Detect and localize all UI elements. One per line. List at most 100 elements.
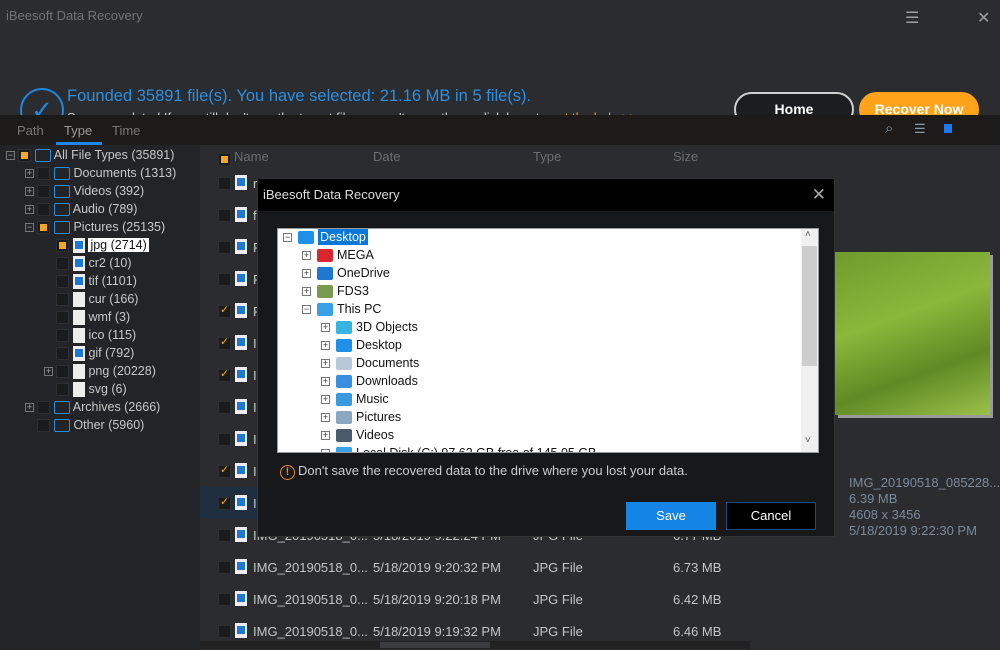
tab-path[interactable]: Path (17, 123, 44, 138)
folder-node[interactable]: − Local Disk (C:) 97.62 GB free of 145.05… (321, 446, 596, 452)
row-checkbox[interactable] (218, 273, 231, 286)
cancel-button[interactable]: Cancel (726, 502, 816, 530)
expand-icon[interactable]: + (321, 413, 330, 423)
vertical-scrollbar[interactable]: ˄ ˅ (801, 229, 818, 452)
tree-checkbox[interactable] (37, 167, 51, 181)
tree-item[interactable]: jpg (2714) (44, 238, 149, 256)
tree-checkbox[interactable] (56, 329, 70, 343)
tree-checkbox[interactable] (56, 347, 70, 361)
expand-icon[interactable]: + (302, 287, 311, 297)
tree-checkbox[interactable] (37, 401, 51, 415)
collapse-icon[interactable]: − (302, 305, 311, 315)
tree-item[interactable]: − Pictures (25135) (25, 220, 165, 238)
col-size[interactable]: Size (673, 149, 698, 164)
tree-item[interactable]: ico (115) (44, 328, 136, 346)
row-checkbox[interactable] (218, 561, 231, 574)
row-checkbox[interactable] (218, 625, 231, 638)
tree-item[interactable]: cr2 (10) (44, 256, 132, 274)
tree-item[interactable]: + Videos (392) (25, 184, 144, 202)
row-checkbox[interactable] (218, 433, 231, 446)
collapse-icon[interactable]: − (321, 449, 330, 452)
tree-item[interactable]: + Audio (789) (25, 202, 137, 220)
folder-node[interactable]: + MEGA (302, 248, 374, 266)
expand-icon[interactable]: + (302, 251, 311, 261)
folder-node[interactable]: + Music (321, 392, 389, 410)
row-checkbox[interactable] (218, 593, 231, 606)
row-checkbox[interactable] (218, 209, 231, 222)
tree-item[interactable]: svg (6) (44, 382, 127, 400)
thumbnail-view-icon[interactable] (944, 124, 952, 133)
folder-node[interactable]: +3D Objects (321, 320, 418, 338)
tree-item[interactable]: Other (5960) (25, 418, 144, 436)
scrollbar-thumb[interactable] (380, 642, 490, 648)
tab-type[interactable]: Type (64, 123, 92, 138)
tree-checkbox[interactable] (56, 257, 70, 271)
menu-icon[interactable]: ☰ (905, 8, 919, 28)
collapse-icon[interactable]: − (283, 233, 292, 243)
tree-item[interactable]: + png (20228) (44, 364, 156, 382)
expand-icon[interactable]: + (25, 205, 34, 215)
folder-node[interactable]: + Pictures (321, 410, 401, 428)
tree-checkbox[interactable] (37, 419, 51, 433)
tree-checkbox[interactable] (56, 293, 70, 307)
folder-node[interactable]: + Downloads (321, 374, 418, 392)
expand-icon[interactable]: + (321, 431, 330, 441)
table-row[interactable]: IMG_20190518_0... 5/18/2019 9:20:18 PM JPG… (200, 583, 750, 615)
table-row[interactable]: IMG_20190518_0... 5/18/2019 9:20:32 PM JPG… (200, 551, 750, 583)
list-view-icon[interactable]: ☰ (914, 121, 926, 137)
tree-item[interactable]: − All File Types (35891) (6, 148, 174, 166)
expand-icon[interactable]: + (321, 359, 330, 369)
tree-item[interactable]: + Documents (1313) (25, 166, 176, 184)
row-checkbox[interactable] (218, 529, 231, 542)
folder-node[interactable]: − Desktop (283, 229, 368, 248)
expand-icon[interactable]: + (44, 367, 53, 377)
dialog-close-icon[interactable]: ✕ (812, 185, 826, 205)
expand-icon[interactable]: + (25, 187, 34, 197)
row-checkbox[interactable] (218, 463, 231, 478)
save-button[interactable]: Save (626, 502, 716, 530)
tree-item[interactable]: cur (166) (44, 292, 138, 310)
row-checkbox[interactable] (218, 495, 231, 510)
expand-icon[interactable]: + (302, 269, 311, 279)
row-checkbox[interactable] (218, 177, 231, 190)
folder-tree[interactable]: − Desktop + MEGA + OneDrive + FDS3 − This PC +3D O… (277, 228, 819, 453)
select-all-checkbox[interactable] (218, 153, 231, 167)
tree-item[interactable]: wmf (3) (44, 310, 130, 328)
tree-checkbox[interactable] (56, 239, 70, 253)
folder-node[interactable]: + Documents (321, 356, 419, 374)
close-icon[interactable]: ✕ (977, 8, 990, 28)
row-checkbox[interactable] (218, 303, 231, 318)
folder-node[interactable]: + Desktop (321, 338, 402, 356)
row-checkbox[interactable] (218, 367, 231, 382)
tree-item[interactable]: tif (1101) (44, 274, 137, 292)
folder-node[interactable]: − This PC (302, 302, 381, 320)
expand-icon[interactable]: + (321, 377, 330, 387)
col-type[interactable]: Type (533, 149, 561, 164)
tree-checkbox[interactable] (18, 149, 32, 163)
expand-icon[interactable]: + (321, 323, 330, 333)
tree-checkbox[interactable] (56, 275, 70, 289)
tree-checkbox[interactable] (37, 203, 51, 217)
col-date[interactable]: Date (373, 149, 400, 164)
folder-node[interactable]: + OneDrive (302, 266, 390, 284)
tree-item[interactable]: + Archives (2666) (25, 400, 160, 418)
collapse-icon[interactable]: − (6, 151, 15, 161)
scroll-down-icon[interactable]: ˅ (805, 435, 811, 446)
expand-icon[interactable]: + (25, 169, 34, 179)
row-checkbox[interactable] (218, 241, 231, 254)
row-checkbox[interactable] (218, 335, 231, 350)
col-name[interactable]: Name (234, 149, 269, 164)
tab-time[interactable]: Time (112, 123, 140, 138)
scrollbar-thumb[interactable] (802, 246, 817, 366)
expand-icon[interactable]: + (321, 341, 330, 351)
tree-checkbox[interactable] (56, 365, 70, 379)
search-icon[interactable]: ⌕ (885, 120, 893, 137)
tree-checkbox[interactable] (37, 185, 51, 199)
expand-icon[interactable]: + (25, 403, 34, 413)
tree-checkbox[interactable] (37, 221, 51, 235)
folder-node[interactable]: + Videos (321, 428, 394, 446)
collapse-icon[interactable]: − (25, 223, 34, 233)
folder-node[interactable]: + FDS3 (302, 284, 369, 302)
tree-checkbox[interactable] (56, 311, 70, 325)
row-checkbox[interactable] (218, 401, 231, 414)
